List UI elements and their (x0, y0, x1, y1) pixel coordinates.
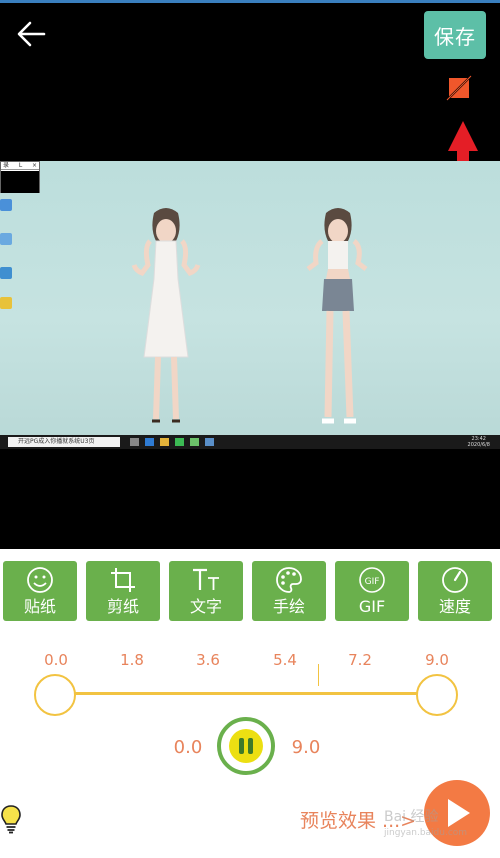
taskbar-icon (175, 438, 184, 446)
gif-button[interactable]: GIF GIF (335, 561, 409, 621)
arrow-left-icon (17, 21, 46, 47)
watermark-text: Bai 经验 (384, 809, 439, 825)
taskbar-icon (205, 438, 214, 446)
watermark-sub: jingyan.baidu.com (384, 828, 468, 838)
svg-text:GIF: GIF (365, 577, 380, 587)
speed-gauge-icon (442, 567, 468, 593)
gif-icon: GIF (359, 567, 385, 593)
taskbar-icon (145, 438, 154, 446)
crop-icon (111, 568, 135, 592)
trim-range-track[interactable] (56, 692, 436, 695)
trim-end-handle[interactable] (416, 674, 458, 716)
pause-icon (229, 729, 263, 763)
gif-label: GIF (358, 597, 386, 616)
taskbar-clock: 23:42 2020/6/8 (468, 436, 490, 448)
range-start-value: 0.0 (173, 737, 203, 758)
desktop-icon (0, 233, 12, 245)
timeline-tick: 3.6 (196, 651, 220, 669)
lightbulb-icon[interactable] (0, 803, 22, 835)
taskbar-icon (190, 438, 199, 446)
mini-window-btn-2: × (31, 162, 37, 169)
range-end-value: 9.0 (291, 737, 321, 758)
back-button[interactable] (12, 17, 50, 51)
sticker-label: 贴纸 (23, 597, 56, 616)
mini-window-btn-1: L (18, 162, 23, 169)
no-crop-toggle[interactable] (446, 75, 472, 101)
timeline-tick: 7.2 (348, 651, 372, 669)
crop-label: 剪纸 (106, 597, 139, 616)
taskbar-icon (130, 438, 139, 446)
edit-toolbar: 贴纸 剪纸 文字 手绘 GIF GIF 速度 (3, 561, 497, 621)
dancer-figure-right (306, 208, 368, 424)
smiley-icon (27, 567, 53, 593)
video-frame: 录 L × 开远PG成入你播就系统U3页 23:42 2020/6/8 (0, 161, 500, 449)
timeline-tick: 0.0 (44, 651, 68, 669)
windows-taskbar: 开远PG成入你播就系统U3页 23:42 2020/6/8 (0, 435, 500, 449)
timeline-tick: 9.0 (425, 651, 449, 669)
taskbar-icon (160, 438, 169, 446)
video-preview-area: 保存 录 L × 开远PG成入你播就系统U3页 23:42 2020/6/8 (0, 3, 500, 549)
speed-button[interactable]: 速度 (418, 561, 492, 621)
desktop-icon (0, 199, 12, 211)
crop-button[interactable]: 剪纸 (86, 561, 160, 621)
draw-button[interactable]: 手绘 (252, 561, 326, 621)
watermark: Bai 经验 jingyan.baidu.com (384, 806, 467, 838)
timeline-playhead (318, 664, 319, 686)
clock-date: 2020/6/8 (467, 442, 490, 448)
text-button[interactable]: 文字 (169, 561, 243, 621)
save-button[interactable]: 保存 (424, 11, 486, 59)
sticker-button[interactable]: 贴纸 (3, 561, 77, 621)
text-label: 文字 (189, 597, 222, 616)
draw-label: 手绘 (272, 597, 305, 616)
taskbar-search: 开远PG成入你播就系统U3页 (8, 437, 120, 447)
mini-window-title: 录 (3, 162, 10, 169)
text-size-icon (193, 568, 219, 590)
no-crop-icon (446, 75, 472, 101)
timeline-tick: 5.4 (273, 651, 297, 669)
desktop-icon (0, 297, 12, 309)
palette-icon (276, 567, 302, 593)
pause-button[interactable] (217, 717, 275, 775)
mini-window: 录 L × (0, 161, 40, 193)
dancer-figure-left (131, 208, 201, 423)
trim-start-handle[interactable] (34, 674, 76, 716)
desktop-icon (0, 267, 12, 279)
speed-label: 速度 (438, 597, 471, 616)
timeline-tick: 1.8 (120, 651, 144, 669)
